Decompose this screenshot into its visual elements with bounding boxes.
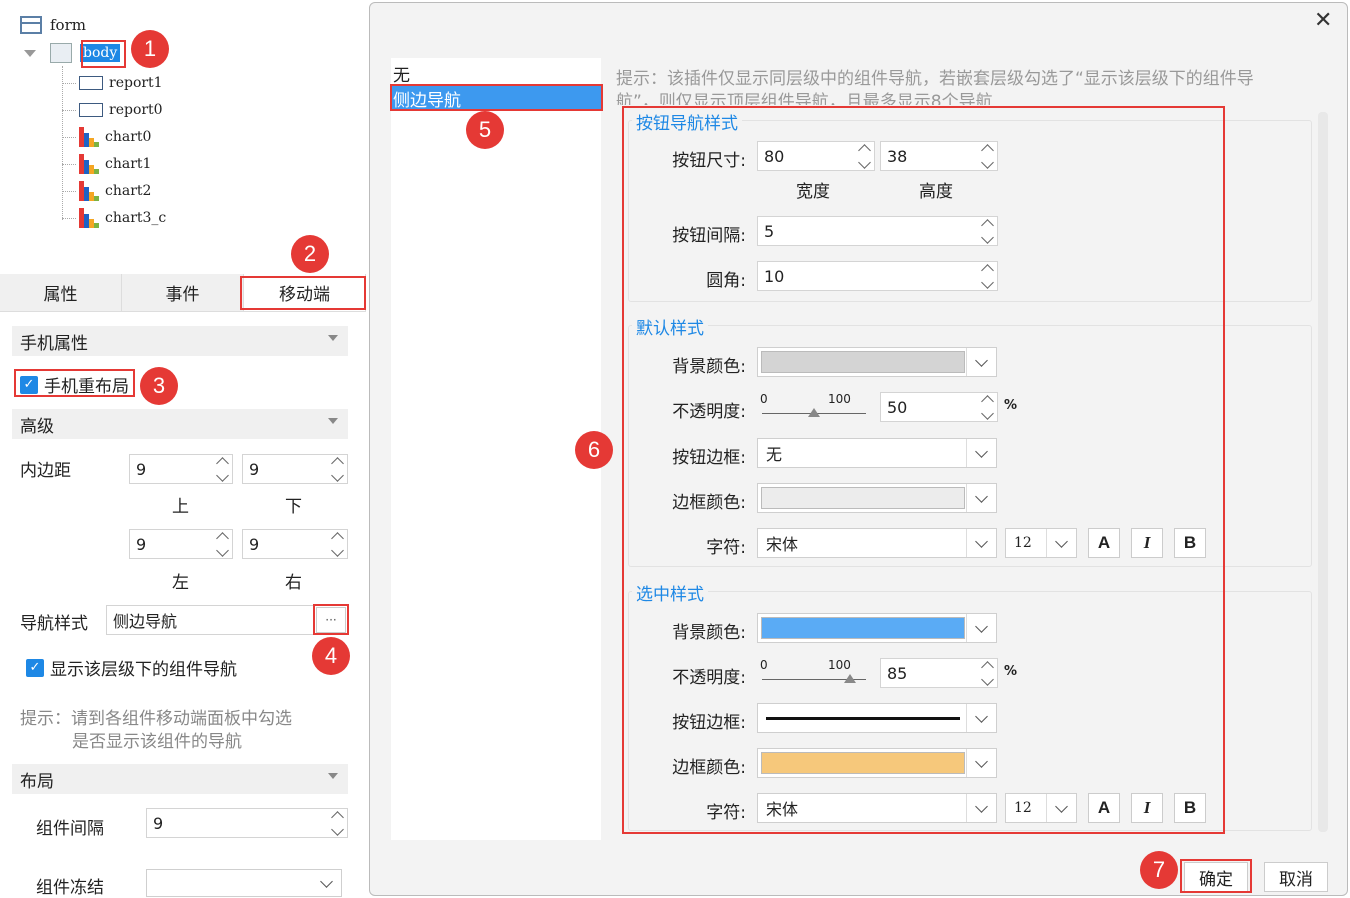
- hint-text-1: 提示：该插件仅显示同层级中的组件导航，若嵌套层级勾选了“显示该层级下的组件导: [616, 69, 1254, 89]
- section-title: 手机属性: [20, 333, 88, 354]
- tree-label: chart1: [105, 156, 152, 172]
- tree-connector: [62, 163, 76, 165]
- scrollbar[interactable]: [1318, 112, 1328, 832]
- spin-value: 9: [249, 534, 260, 554]
- tree-connector: [62, 190, 76, 192]
- cancel-button[interactable]: 取消: [1264, 862, 1328, 892]
- nav-style-label: 导航样式: [20, 614, 88, 634]
- collapse-icon: [328, 418, 338, 424]
- highlight-style-groups: [622, 106, 1225, 834]
- tab-events[interactable]: 事件: [122, 274, 244, 311]
- tree-label: report0: [109, 102, 163, 118]
- nav-style-field[interactable]: 侧边导航: [106, 605, 348, 635]
- tree-connector: [62, 109, 76, 111]
- chart-icon: [79, 154, 99, 174]
- highlight-relayout: [14, 369, 135, 397]
- section-title: 布局: [20, 771, 54, 792]
- step-badge-2: 2: [291, 235, 329, 273]
- nav-item-none[interactable]: 无: [393, 61, 410, 86]
- step-badge-3: 3: [140, 367, 178, 405]
- step-badge-7: 7: [1140, 851, 1178, 889]
- tree-node-chart2[interactable]: chart2: [62, 179, 151, 203]
- highlight-side-nav: [390, 84, 603, 111]
- gap-label: 组件间隔: [36, 819, 104, 839]
- spin-value: 9: [136, 534, 147, 554]
- tree-node-chart3_c[interactable]: chart3_c: [62, 206, 166, 230]
- collapse-icon: [328, 335, 338, 341]
- collapse-icon: [328, 773, 338, 779]
- tip-text-2: 是否显示该组件的导航: [72, 732, 242, 752]
- tree-node-chart1[interactable]: chart1: [62, 152, 151, 176]
- report-icon: [79, 76, 103, 90]
- stepper[interactable]: [327, 809, 347, 837]
- section-layout[interactable]: 布局: [12, 764, 348, 794]
- spin-value: 9: [249, 459, 260, 479]
- check-icon: ✓: [26, 658, 44, 677]
- form-icon: [20, 16, 42, 34]
- padding-top-input[interactable]: 9: [129, 454, 233, 484]
- gap-input[interactable]: 9: [146, 808, 348, 838]
- field-value: 侧边导航: [113, 612, 178, 631]
- section-advanced[interactable]: 高级: [12, 409, 348, 439]
- caption-bottom: 下: [285, 497, 302, 517]
- body-icon: [50, 43, 72, 63]
- spin-value: 9: [136, 459, 147, 479]
- chart-icon: [79, 208, 99, 228]
- tab-properties[interactable]: 属性: [0, 274, 122, 311]
- show-nav-checkbox[interactable]: ✓ 显示该层级下的组件导航: [26, 655, 237, 680]
- close-icon[interactable]: ✕: [1314, 8, 1332, 33]
- tree-label: form: [50, 16, 86, 34]
- step-badge-5: 5: [466, 111, 504, 149]
- step-badge-6: 6: [575, 431, 613, 469]
- section-title: 高级: [20, 416, 54, 437]
- padding-right-input[interactable]: 9: [242, 529, 348, 559]
- highlight-mobile-tab: [240, 276, 366, 310]
- tree-connector: [62, 217, 76, 219]
- freeze-label: 组件冻结: [36, 878, 104, 898]
- caption-right: 右: [285, 573, 302, 593]
- step-badge-1: 1: [131, 30, 169, 68]
- spin-value: 9: [153, 813, 164, 833]
- tree-node-chart0[interactable]: chart0: [62, 125, 151, 149]
- tree-node-report0[interactable]: report0: [62, 98, 163, 122]
- show-nav-label: 显示该层级下的组件导航: [50, 660, 237, 680]
- freeze-select[interactable]: [146, 869, 342, 897]
- stepper[interactable]: [212, 530, 232, 558]
- tree-label: chart0: [105, 129, 152, 145]
- tree-node-form[interactable]: form: [20, 13, 86, 37]
- tree-node-report1[interactable]: report1: [62, 71, 163, 95]
- caption-top: 上: [172, 497, 189, 517]
- stepper[interactable]: [212, 455, 232, 483]
- chevron-down-icon: [311, 870, 341, 896]
- highlight-body: [81, 40, 126, 68]
- report-icon: [79, 103, 103, 117]
- hint-text-2: 航”，则仅显示顶层组件导航，且最多显示8个导航: [616, 92, 993, 105]
- section-phone-props[interactable]: 手机属性: [12, 326, 348, 356]
- highlight-ok: [1180, 859, 1252, 893]
- tip-text-1: 提示：请到各组件移动端面板中勾选: [20, 709, 292, 729]
- caption-left: 左: [172, 573, 189, 593]
- tree-connector: [62, 82, 76, 84]
- tree-connector: [62, 136, 76, 138]
- tree-label: chart2: [105, 183, 152, 199]
- chart-icon: [79, 127, 99, 147]
- padding-bottom-input[interactable]: 9: [242, 454, 348, 484]
- expand-arrow-icon[interactable]: [24, 49, 36, 57]
- chart-icon: [79, 181, 99, 201]
- highlight-more: [313, 604, 349, 635]
- nav-type-list: 无 侧边导航: [391, 58, 601, 840]
- step-badge-4: 4: [312, 637, 350, 675]
- padding-left-input[interactable]: 9: [129, 529, 233, 559]
- padding-label: 内边距: [20, 461, 71, 481]
- left-panel: form body report1 report0 chart0 chart1 char…: [0, 0, 366, 898]
- stepper[interactable]: [327, 530, 347, 558]
- tree-label: report1: [109, 75, 163, 91]
- stepper[interactable]: [327, 455, 347, 483]
- tree-label: chart3_c: [105, 210, 167, 226]
